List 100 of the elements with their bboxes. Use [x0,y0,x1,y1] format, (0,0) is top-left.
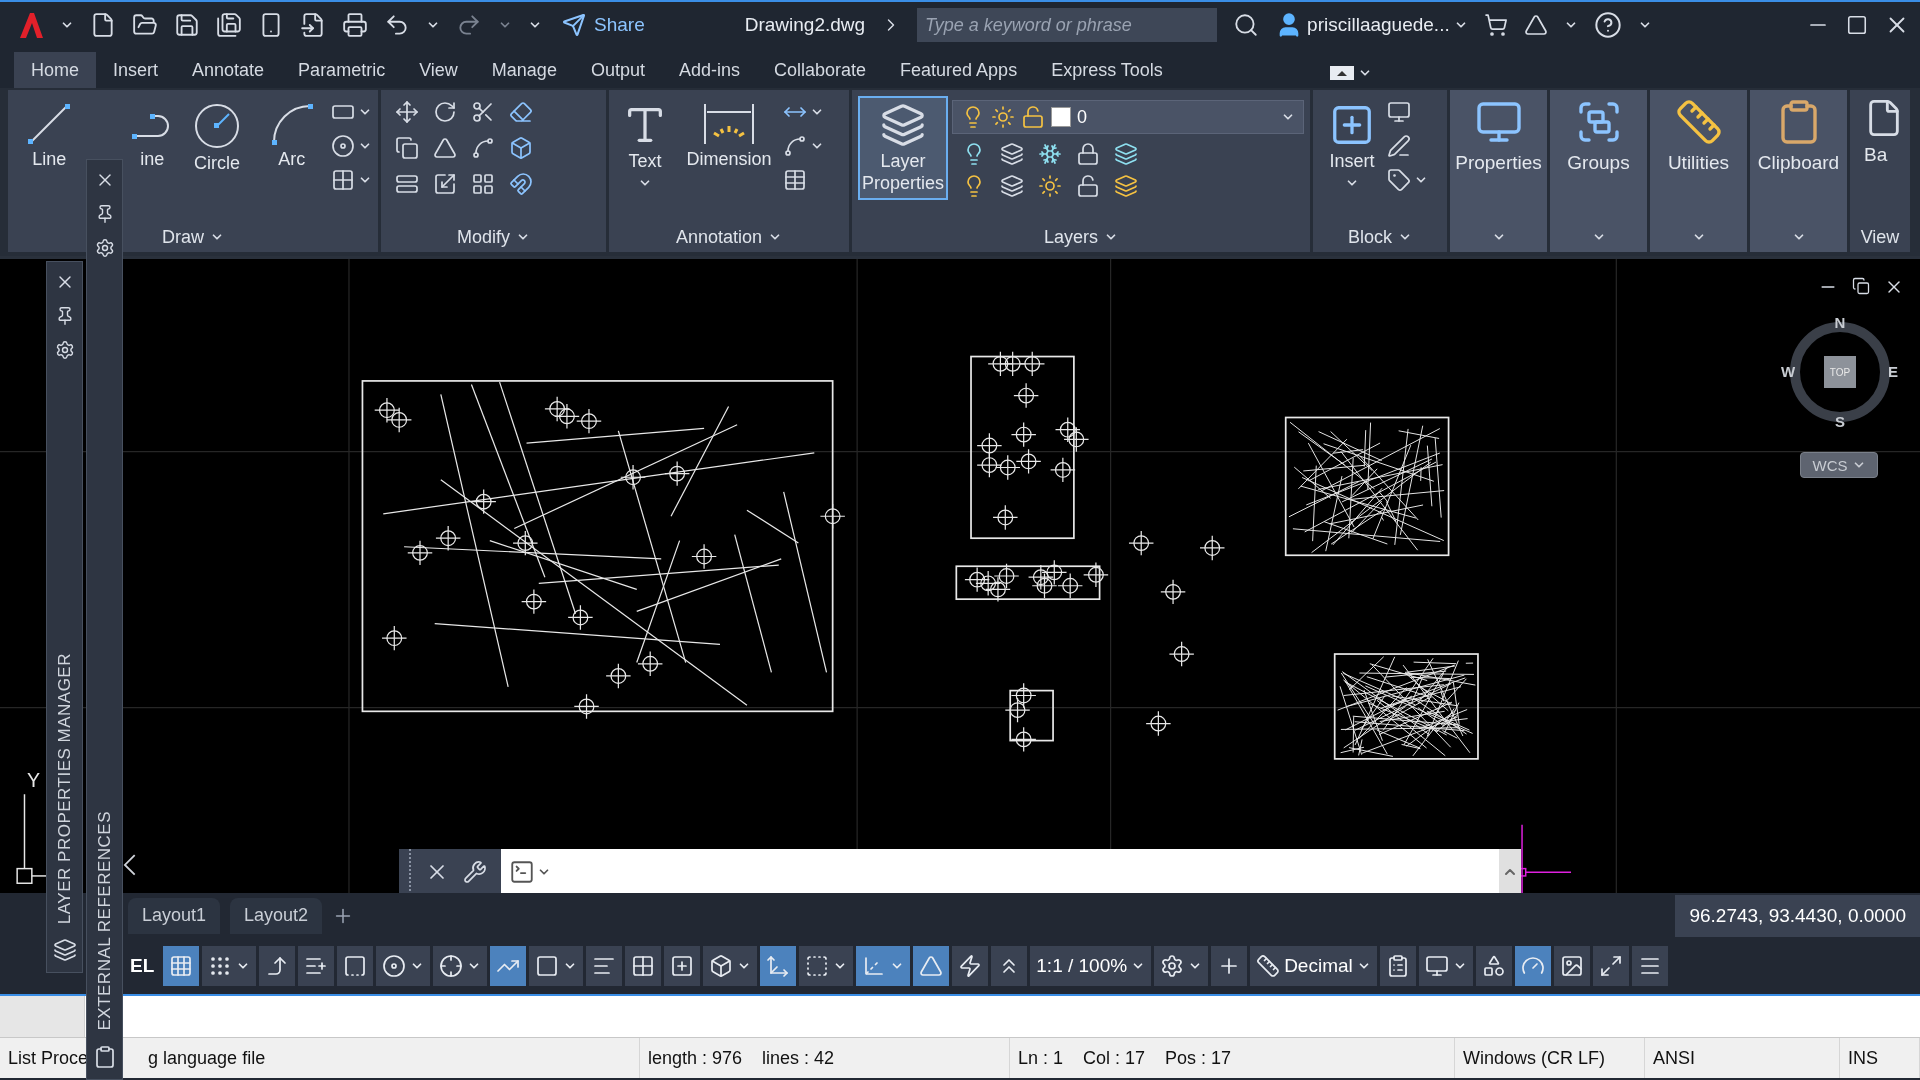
model-label[interactable]: EL [124,955,161,977]
layer-tool-icon[interactable] [1076,142,1100,166]
layers-icon[interactable] [52,938,77,962]
panel-title[interactable]: View [1850,222,1910,252]
status-toggle[interactable] [625,946,662,986]
status-toggle[interactable] [913,946,950,986]
status-toggle[interactable]: Decimal [1250,946,1377,986]
panel-title[interactable]: Draw [8,222,378,252]
box-icon[interactable] [509,136,533,160]
eraser-icon[interactable] [509,100,533,124]
layer-tool-icon[interactable] [1114,142,1138,166]
insert-tool[interactable]: Insert [1319,96,1385,196]
grid-icon[interactable] [471,172,495,196]
ribbon-toggle-icon[interactable] [1329,66,1354,80]
status-toggle[interactable] [376,946,431,986]
restore-icon[interactable] [1852,277,1870,295]
compass-label[interactable]: E [1888,363,1898,380]
scroll-up-button[interactable] [1499,849,1521,893]
status-toggle[interactable] [1154,946,1209,986]
view-tool[interactable]: Ba [1850,90,1910,222]
sun-icon[interactable] [991,105,1015,129]
status-toggle[interactable] [799,946,854,986]
ribbon-tab[interactable]: Parametric [281,52,403,88]
layout-tab[interactable]: Layout2 [230,897,323,934]
status-toggle[interactable] [298,946,335,986]
status-toggle[interactable] [991,946,1028,986]
arc-icon[interactable] [269,102,314,146]
block-edit-icon[interactable] [1387,134,1411,158]
panel-button[interactable]: Utilities [1650,90,1747,222]
compass-label[interactable]: S [1835,413,1845,430]
rotate-icon[interactable] [433,100,457,124]
ribbon-tab[interactable]: Output [573,52,662,88]
layer-tool-icon[interactable] [1114,174,1138,198]
ribbon-tab[interactable]: Annotate [175,52,282,88]
status-toggle[interactable] [1514,946,1551,986]
ribbon-tab[interactable]: Insert [96,52,176,88]
ribbon-tab[interactable]: Manage [474,52,574,88]
ruler-icon[interactable] [1674,98,1723,146]
settings-icon[interactable] [54,340,75,360]
redo-icon[interactable] [456,12,482,38]
attribute-icon[interactable] [1387,168,1411,192]
line-icon[interactable] [27,102,72,146]
save-icon[interactable] [174,12,200,38]
status-toggle[interactable] [1631,946,1668,986]
status-toggle[interactable] [856,946,911,986]
help-icon[interactable] [1593,11,1622,39]
text-tool[interactable]: Text [615,96,675,196]
save-as-icon[interactable] [216,12,242,38]
draw-tool[interactable]: Arc [256,96,327,177]
unlock-icon[interactable] [1021,105,1045,129]
layer-tool-icon[interactable] [1000,142,1024,166]
layer-tool-icon[interactable] [1076,174,1100,198]
status-toggle[interactable] [529,946,584,986]
panel-title[interactable]: Annotation [609,222,849,252]
triangle-icon[interactable] [433,136,457,160]
status-toggle[interactable] [952,946,989,986]
ribbon-tab[interactable]: Add-ins [661,52,757,88]
layer-tool-icon[interactable] [1038,142,1062,166]
status-toggle[interactable] [664,946,701,986]
wcs-menu[interactable]: WCS [1800,452,1878,478]
app-logo[interactable] [18,11,44,39]
search-field[interactable]: Type a keyword or phrase [917,8,1218,42]
panel-title[interactable]: Modify [381,222,606,252]
compass-label[interactable]: W [1780,363,1796,380]
ribbon-tab[interactable]: Express Tools [1034,52,1180,88]
status-toggle[interactable] [1475,946,1512,986]
user-menu[interactable]: priscillaaguede... [1275,11,1468,39]
move-icon[interactable] [395,100,419,124]
dimension-icon[interactable] [701,102,757,146]
wrench-icon[interactable] [463,860,487,884]
compass-label[interactable]: N [1834,314,1846,331]
new-file-icon[interactable] [90,12,116,38]
share-button[interactable]: Share [558,13,649,37]
terminal-icon[interactable] [509,859,535,885]
collapse-icon[interactable] [123,854,136,876]
status-toggle[interactable] [1418,946,1473,986]
maximize-icon[interactable] [1846,14,1868,36]
panel-button[interactable]: Groups [1550,90,1647,222]
layer-tool-icon[interactable] [1038,174,1062,198]
ellipse-icon[interactable] [331,134,355,158]
print-icon[interactable] [342,12,368,38]
status-toggle[interactable] [586,946,623,986]
ribbon-tab[interactable]: Home [14,52,96,88]
settings-icon[interactable] [94,238,115,258]
table-icon[interactable] [783,168,807,192]
copy-icon[interactable] [395,136,419,160]
draw-tool[interactable]: Circle [181,96,253,181]
draw-tool[interactable]: ine [126,96,178,177]
magnet-icon[interactable] [509,172,533,196]
search-icon[interactable] [1233,12,1260,38]
import-icon[interactable] [300,12,326,38]
layer-dropdown[interactable]: 0 [952,100,1304,134]
panel-title[interactable]: Layers [852,222,1310,252]
layer-properties-button[interactable]: Layer Properties [858,96,948,201]
dimension-tool[interactable]: Dimension [681,96,777,177]
open-folder-icon[interactable] [132,12,158,38]
draw-tool[interactable]: Line [14,96,85,177]
hatch-icon[interactable] [331,168,355,192]
scale-menu[interactable]: 1:1 / 100% [1030,946,1152,986]
cart-icon[interactable] [1483,13,1508,37]
